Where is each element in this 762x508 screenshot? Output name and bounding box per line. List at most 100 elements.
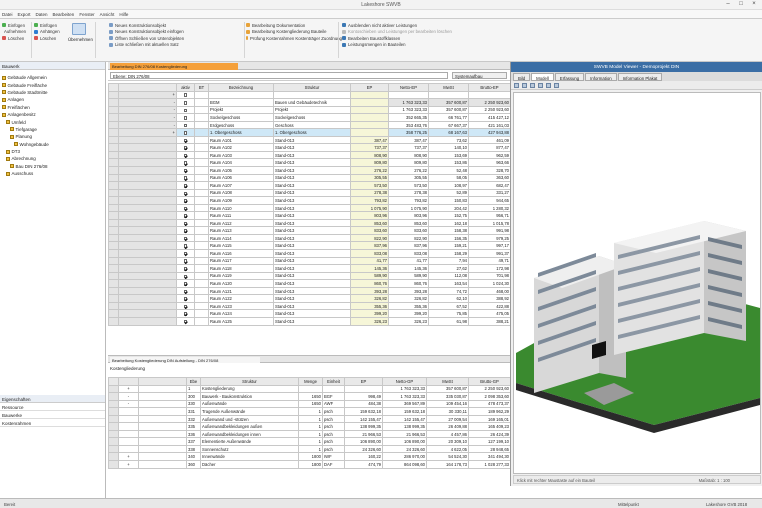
active-checkbox[interactable] xyxy=(183,168,188,173)
active-checkbox[interactable] xyxy=(183,229,188,233)
table-row[interactable]: Raum A123 Stand-013 355,36 355,36 67,52 422,8… xyxy=(108,301,511,311)
active-checkbox-cell[interactable] xyxy=(176,158,195,167)
column-header[interactable]: Menge xyxy=(298,377,323,386)
active-checkbox[interactable] xyxy=(183,161,188,165)
active-checkbox[interactable] xyxy=(183,319,188,324)
active-checkbox-cell[interactable] xyxy=(176,271,195,281)
column-header[interactable]: MwSt xyxy=(428,83,469,92)
zoom-out-icon[interactable] xyxy=(522,82,527,88)
active-checkbox[interactable] xyxy=(183,123,188,128)
table-row[interactable]: +360 Dächer 1800 DAF 474,79 864 098,60 164 178… xyxy=(108,460,511,469)
tree-item[interactable]: Tiefgarage xyxy=(2,126,103,133)
table-row[interactable]: Raum A113 Stand-013 833,60 833,60 158,38 991,… xyxy=(108,226,511,235)
fit-icon[interactable] xyxy=(546,82,551,88)
menu-daten[interactable]: Daten xyxy=(36,12,48,17)
tree-item[interactable]: Umfeld xyxy=(2,118,103,125)
active-checkbox-cell[interactable] xyxy=(176,203,195,213)
tab-modell[interactable]: Modell xyxy=(531,73,554,81)
menu-export[interactable]: Export xyxy=(18,12,31,17)
active-checkbox[interactable] xyxy=(183,93,188,97)
ribbon-record-button[interactable]: Aufnehmen xyxy=(2,29,26,36)
column-header[interactable] xyxy=(118,83,177,92)
table-row[interactable]: Raum A108 Stand-013 278,38 278,38 52,89 331,2… xyxy=(108,188,511,198)
table-row[interactable]: Raum A103 Stand-013 808,90 808,90 153,69 962,… xyxy=(108,150,511,160)
active-checkbox[interactable] xyxy=(183,266,188,271)
active-checkbox-cell[interactable] xyxy=(176,150,195,160)
tab-information-plakat[interactable]: Information Plakat xyxy=(617,73,663,81)
table-row[interactable]: Raum A115 Stand-013 837,96 837,96 159,21 997,… xyxy=(108,241,511,251)
table-row[interactable]: Raum A107 Stand-013 573,50 573,50 108,97 682,… xyxy=(108,181,511,190)
column-header[interactable]: Struktur xyxy=(273,83,351,92)
active-checkbox[interactable] xyxy=(183,108,188,113)
table-row[interactable]: Raum A120 Stand-013 860,76 860,76 163,54 1 02… xyxy=(108,279,511,288)
system-structure-button[interactable]: Systemaufbau xyxy=(452,72,507,79)
active-checkbox-cell[interactable] xyxy=(176,120,195,130)
active-checkbox-cell[interactable] xyxy=(176,143,195,152)
tree-item[interactable]: Freiflächen xyxy=(2,104,103,111)
table-row[interactable]: 338 Sonnenschutz 1 psch 24 326,60 24 326,60 4 … xyxy=(108,444,511,454)
column-header[interactable]: Ebe xyxy=(186,377,201,386)
rotate-icon[interactable] xyxy=(530,82,535,88)
active-checkbox[interactable] xyxy=(183,221,188,226)
active-checkbox[interactable] xyxy=(183,100,188,105)
active-checkbox-cell[interactable] xyxy=(176,90,195,100)
ribbon-delete2-button[interactable]: Löschen xyxy=(34,35,64,42)
table-row[interactable]: 331 Tragende Außenwände 1 psch 159 632,18 159… xyxy=(108,407,511,416)
tree-item[interactable]: Bau DIN 276/08 xyxy=(2,163,103,170)
active-checkbox[interactable] xyxy=(183,312,188,316)
table-row[interactable]: Raum A102 Stand-013 737,37 737,37 140,10 877,… xyxy=(108,143,511,152)
table-row[interactable]: Raum A119 Stand-013 589,90 589,90 112,08 701,… xyxy=(108,271,511,281)
table-row[interactable]: - 300 Bauwerk - Baukonstruktion 1650 BGF 998,… xyxy=(108,392,511,401)
table-row[interactable]: Raum A117 Stand-013 41,77 41,77 7,94 49,71 xyxy=(108,256,511,266)
table-row[interactable]: 337 Elementierte Außenwände 1 psch 106 890,0… xyxy=(108,437,511,446)
tab-information[interactable]: Information xyxy=(585,73,617,81)
column-header[interactable] xyxy=(118,377,139,386)
ribbon-close-list-button[interactable]: Liste schließen mit aktuellen Satz xyxy=(109,42,249,49)
tree-item[interactable]: Gebäude Stadtmitte xyxy=(2,89,103,96)
ribbon-apply-button[interactable]: Übernehmen xyxy=(68,23,93,42)
active-checkbox[interactable] xyxy=(183,183,188,188)
tree-item[interactable]: Anlagen xyxy=(2,96,103,103)
table-row[interactable]: - Erdgeschoss Geschoss 353 483,76 67 667,37 4… xyxy=(108,120,511,130)
column-header[interactable]: EP xyxy=(344,377,383,386)
active-checkbox[interactable] xyxy=(183,191,188,196)
table-row[interactable]: 332 Außenwand und -stützen 1 psch 142 155,47… xyxy=(108,414,511,424)
menu-hilfe[interactable]: Hilfe xyxy=(119,12,128,17)
active-checkbox-cell[interactable] xyxy=(176,226,195,235)
active-checkbox-cell[interactable] xyxy=(176,135,195,145)
menu-bearbeiten[interactable]: Bearbeiten xyxy=(53,12,75,17)
column-header[interactable]: Brutto-GP xyxy=(468,377,511,386)
active-checkbox-cell[interactable] xyxy=(176,98,195,107)
active-checkbox[interactable] xyxy=(183,146,188,150)
active-checkbox[interactable] xyxy=(183,282,188,286)
table-row[interactable]: Raum A106 Stand-013 305,55 305,55 58,05 363,6… xyxy=(108,173,511,183)
active-checkbox-cell[interactable] xyxy=(176,188,195,198)
active-checkbox-cell[interactable] xyxy=(176,113,195,122)
column-header[interactable]: MwSt xyxy=(426,377,469,386)
active-checkbox-cell[interactable] xyxy=(176,249,195,258)
active-checkbox-cell[interactable] xyxy=(176,256,195,266)
ribbon-quantities-button[interactable]: Leistungsmengen in Bauteilen xyxy=(342,42,472,49)
active-checkbox[interactable] xyxy=(183,289,188,294)
close-button[interactable]: × xyxy=(748,1,760,8)
column-header[interactable]: Brutto-EP xyxy=(468,83,511,92)
property-row[interactable]: Bauwerke xyxy=(0,411,105,419)
tree-item[interactable]: Gebäude Freifläche xyxy=(2,81,103,88)
column-header[interactable]: BT xyxy=(194,83,209,92)
menu-fenster[interactable]: Fenster xyxy=(79,12,94,17)
table-row[interactable]: +1 Kostengliederung 1 763 323,33 357 600,87… xyxy=(108,384,511,394)
property-row[interactable]: Kostenrahmen xyxy=(0,419,105,427)
active-checkbox[interactable] xyxy=(183,297,188,301)
active-checkbox-cell[interactable] xyxy=(176,218,195,228)
active-checkbox-cell[interactable] xyxy=(176,181,195,190)
active-checkbox[interactable] xyxy=(183,199,188,203)
menu-datei[interactable]: Datei xyxy=(2,12,13,17)
pan-icon[interactable] xyxy=(538,82,543,88)
table-row[interactable]: Raum A114 Stand-013 822,90 822,90 156,35 979,… xyxy=(108,233,511,243)
active-checkbox-cell[interactable] xyxy=(176,241,195,251)
column-header[interactable]: Netto-EP xyxy=(388,83,429,92)
table-row[interactable]: Raum A125 Stand-013 326,23 326,23 61,98 388,2… xyxy=(108,316,511,326)
table-row[interactable]: 335 Außenwandbekleidungen außen 1 psch 138 9… xyxy=(108,422,511,431)
active-checkbox-cell[interactable] xyxy=(176,309,195,318)
table-row[interactable]: Raum A104 Stand-013 809,80 809,80 153,86 963,… xyxy=(108,158,511,167)
